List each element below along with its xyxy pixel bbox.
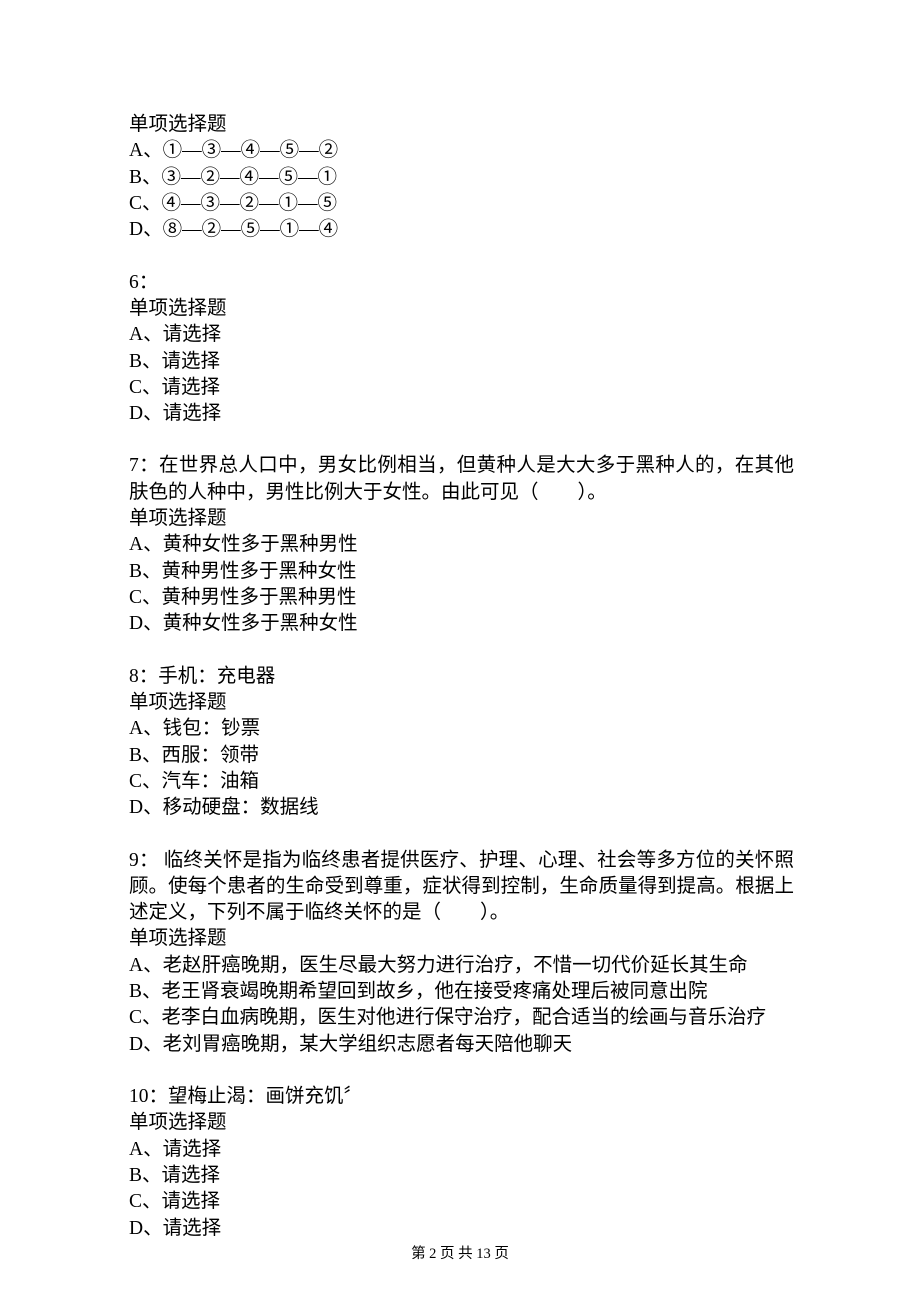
question-type-label: 单项选择题 — [129, 296, 794, 322]
option-d: D、请选择 — [129, 1216, 794, 1242]
question-type-label: 单项选择题 — [129, 926, 794, 952]
question-type-label: 单项选择题 — [129, 112, 794, 138]
question-stem: 9： 临终关怀是指为临终患者提供医疗、护理、心理、社会等多方位的关怀照顾。使每个… — [129, 848, 794, 927]
option-a: A、钱包：钞票 — [129, 716, 794, 742]
option-a: A、请选择 — [129, 322, 794, 348]
option-d: D、黄种女性多于黑种女性 — [129, 611, 794, 637]
option-d: D、移动硬盘：数据线 — [129, 795, 794, 821]
options-list: A、请选择 B、请选择 C、请选择 D、请选择 — [129, 1137, 794, 1242]
option-a: A、老赵肝癌晚期，医生尽最大努力进行治疗，不惜一切代价延长其生命 — [129, 953, 794, 979]
question-type-label: 单项选择题 — [129, 506, 794, 532]
question-type-label: 单项选择题 — [129, 1110, 794, 1136]
options-list: A、钱包：钞票 B、西服：领带 C、汽车：油箱 D、移动硬盘：数据线 — [129, 716, 794, 821]
option-d: D、老刘胃癌晚期，某大学组织志愿者每天陪他聊天 — [129, 1032, 794, 1058]
option-b: B、老王肾衰竭晚期希望回到故乡，他在接受疼痛处理后被同意出院 — [129, 979, 794, 1005]
option-b: B、西服：领带 — [129, 743, 794, 769]
option-b: B、黄种男性多于黑种女性 — [129, 559, 794, 585]
question-7: 7：在世界总人口中，男女比例相当，但黄种人是大大多于黑种人的，在其他肤色的人种中… — [129, 453, 794, 637]
option-c: C、请选择 — [129, 1189, 794, 1215]
question-stem: 10：望梅止渴：画饼充饥〞 — [129, 1084, 794, 1110]
options-list: A、①—③—④—⑤—② B、③—②—④—⑤—① C、④—③—②—①—⑤ D、⑧—… — [129, 138, 794, 243]
option-c: C、汽车：油箱 — [129, 769, 794, 795]
question-6: 6： 单项选择题 A、请选择 B、请选择 C、请选择 D、请选择 — [129, 270, 794, 428]
question-stem: 8：手机：充电器 — [129, 664, 794, 690]
question-9: 9： 临终关怀是指为临终患者提供医疗、护理、心理、社会等多方位的关怀照顾。使每个… — [129, 848, 794, 1059]
option-c: C、老李白血病晚期，医生对他进行保守治疗，配合适当的绘画与音乐治疗 — [129, 1005, 794, 1031]
question-type-label: 单项选择题 — [129, 690, 794, 716]
option-a: A、①—③—④—⑤—② — [129, 138, 794, 164]
page-footer: 第 2 页 共 13 页 — [0, 1245, 920, 1265]
option-d: D、请选择 — [129, 401, 794, 427]
options-list: A、请选择 B、请选择 C、请选择 D、请选择 — [129, 322, 794, 427]
question-10: 10：望梅止渴：画饼充饥〞 单项选择题 A、请选择 B、请选择 C、请选择 D、… — [129, 1084, 794, 1242]
question-5-partial: 单项选择题 A、①—③—④—⑤—② B、③—②—④—⑤—① C、④—③—②—①—… — [129, 112, 794, 244]
option-b: B、请选择 — [129, 349, 794, 375]
option-c: C、④—③—②—①—⑤ — [129, 191, 794, 217]
option-c: C、请选择 — [129, 375, 794, 401]
option-b: B、请选择 — [129, 1163, 794, 1189]
question-number: 6： — [129, 270, 794, 296]
option-c: C、黄种男性多于黑种男性 — [129, 585, 794, 611]
question-stem: 7：在世界总人口中，男女比例相当，但黄种人是大大多于黑种人的，在其他肤色的人种中… — [129, 453, 794, 506]
question-8: 8：手机：充电器 单项选择题 A、钱包：钞票 B、西服：领带 C、汽车：油箱 D… — [129, 664, 794, 822]
option-a: A、黄种女性多于黑种男性 — [129, 532, 794, 558]
option-b: B、③—②—④—⑤—① — [129, 165, 794, 191]
option-a: A、请选择 — [129, 1137, 794, 1163]
option-d: D、⑧—②—⑤—①—④ — [129, 217, 794, 243]
options-list: A、黄种女性多于黑种男性 B、黄种男性多于黑种女性 C、黄种男性多于黑种男性 D… — [129, 532, 794, 637]
options-list: A、老赵肝癌晚期，医生尽最大努力进行治疗，不惜一切代价延长其生命 B、老王肾衰竭… — [129, 953, 794, 1058]
page-content: 单项选择题 A、①—③—④—⑤—② B、③—②—④—⑤—① C、④—③—②—①—… — [129, 112, 794, 1268]
